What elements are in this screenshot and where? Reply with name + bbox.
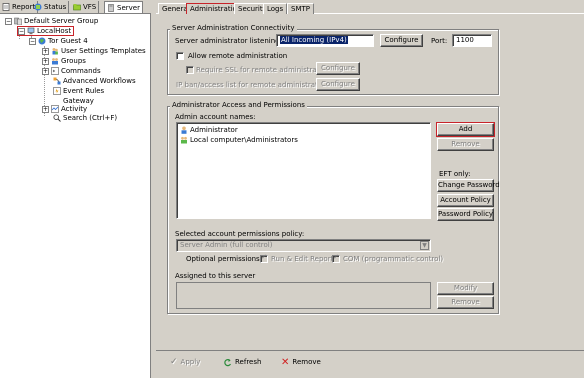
run-edit-reports-checkbox[interactable] [260, 253, 268, 263]
refresh-icon [224, 358, 232, 366]
access-title: Administrator Access and Permissions [170, 101, 307, 110]
expand-toggle-icon[interactable]: + [42, 67, 49, 75]
tree-label: LocalHost [37, 27, 72, 35]
tree-label: User Settings Templates [61, 47, 146, 55]
tree-label: Event Rules [63, 87, 105, 95]
eft-only-label: EFT only: [439, 170, 471, 178]
tree-label: Tor Guest 4 [48, 37, 88, 45]
tree-label: Groups [61, 57, 86, 65]
event-rules-icon [53, 87, 61, 95]
configure-listen-button[interactable]: Configure [380, 34, 423, 47]
groups-icon [52, 58, 58, 65]
account-name: Local computer\Administrators [190, 136, 298, 144]
tab-smtp[interactable]: SMTP [287, 3, 314, 14]
x-icon: ✕ [281, 356, 290, 368]
tab-logs[interactable]: Logs [263, 3, 288, 14]
users-icon [52, 48, 58, 55]
add-account-button[interactable]: Add [436, 122, 495, 137]
tree-item-event-rules[interactable]: Event Rules [53, 86, 104, 96]
report-icon [2, 3, 10, 11]
tab-server-label: Server [117, 3, 140, 12]
activity-icon [51, 105, 59, 113]
admin-accounts-label: Admin account names: [175, 113, 256, 121]
policy-select[interactable]: Server Admin (full control) ▼ [176, 239, 431, 252]
require-ssl-label: Require SSL for remote administration: [196, 66, 333, 74]
tree-item-groups[interactable]: + Groups [42, 56, 86, 66]
commands-icon [51, 67, 59, 75]
optional-permissions-label: Optional permissions: [186, 255, 263, 263]
dropdown-arrow-icon[interactable]: ▼ [420, 241, 429, 250]
collapse-toggle-icon[interactable]: − [18, 27, 25, 35]
remove-button[interactable]: ✕ Remove [281, 357, 321, 367]
refresh-label: Refresh [235, 358, 262, 366]
port-input[interactable]: 1100 [452, 34, 492, 47]
expand-toggle-icon[interactable]: + [42, 47, 49, 55]
account-name: Administrator [190, 126, 238, 134]
tree-item-advanced-workflows[interactable]: Advanced Workflows [53, 76, 136, 86]
search-icon [53, 114, 61, 122]
tree-item-site[interactable]: − Tor Guest 4 [29, 36, 88, 46]
remove-label: Remove [292, 358, 321, 366]
com-label: COM (programmatic control) [343, 255, 444, 263]
collapse-toggle-icon[interactable]: − [29, 37, 36, 45]
remove-assigned-button[interactable]: Remove [437, 296, 494, 309]
tree-item-user-settings-templates[interactable]: + User Settings Templates [42, 46, 146, 56]
expand-toggle-icon[interactable]: + [42, 57, 49, 65]
listen-ip-select[interactable]: All Incoming (IPv4) [276, 34, 374, 47]
require-ssl-checkbox[interactable] [186, 66, 194, 74]
status-icon [34, 3, 42, 11]
tab-vfs-label: VFS [83, 3, 97, 11]
server-icon [108, 3, 114, 12]
configure-ssl-button[interactable]: Configure [316, 62, 360, 75]
refresh-button[interactable]: Refresh [223, 357, 261, 367]
workflow-icon [53, 77, 61, 85]
port-label: Port: [431, 37, 448, 45]
tree-item-search[interactable]: Search (Ctrl+F) [53, 113, 117, 123]
apply-label: Apply [180, 358, 201, 366]
tab-status-label: Status [44, 3, 67, 11]
assigned-list[interactable] [176, 282, 431, 309]
computer-icon [27, 27, 35, 35]
connectivity-title: Server Administration Connectivity [170, 24, 297, 33]
server-group-icon [14, 17, 22, 25]
account-row-local-admins[interactable]: Local computer\Administrators [180, 135, 298, 145]
group-user-icon [181, 136, 187, 144]
modify-button[interactable]: Modify [437, 282, 494, 295]
tree-label: Commands [61, 67, 101, 75]
remove-account-button[interactable]: Remove [437, 138, 494, 151]
assigned-label: Assigned to this server [175, 272, 256, 280]
listen-ip-label: Server administrator listening IP: [175, 37, 291, 45]
com-checkbox[interactable] [332, 253, 340, 263]
listen-ip-value: All Incoming (IPv4) [280, 36, 348, 44]
tree-label: Advanced Workflows [63, 77, 136, 85]
policy-label: Selected account permissions policy: [175, 230, 305, 238]
apply-button[interactable]: ✓ Apply [170, 357, 200, 367]
checkmark-icon: ✓ [170, 357, 178, 367]
tab-server[interactable]: Server [104, 1, 143, 13]
user-icon [181, 126, 187, 134]
tree-item-commands[interactable]: + Commands [42, 66, 101, 76]
allow-remote-checkbox[interactable] [176, 52, 184, 60]
tree-item-server-group[interactable]: − Default Server Group [5, 16, 98, 26]
account-policy-button[interactable]: Account Policy [437, 194, 494, 207]
policy-value: Server Admin (full control) [180, 241, 273, 249]
run-edit-reports-label: Run & Edit Reports [271, 255, 337, 263]
folder-icon [73, 4, 81, 11]
configure-ip-ban-button[interactable]: Configure [316, 78, 360, 91]
tree-label: Default Server Group [24, 17, 99, 25]
allow-remote-label: Allow remote administration [188, 52, 288, 60]
tab-status[interactable]: Status [32, 1, 70, 13]
password-policy-button[interactable]: Password Policy [437, 208, 494, 221]
change-password-button[interactable]: Change Password [437, 179, 500, 192]
tree-item-localhost[interactable]: − LocalHost [17, 26, 75, 36]
expand-toggle-icon[interactable]: + [42, 105, 49, 113]
left-tab-bar: Report Status VFS Server [0, 0, 151, 14]
collapse-toggle-icon[interactable]: − [5, 17, 12, 25]
tab-vfs[interactable]: VFS [71, 1, 100, 13]
bottom-toolbar [156, 350, 584, 378]
tree-label: Search (Ctrl+F) [63, 114, 118, 122]
account-row-administrator[interactable]: Administrator [180, 125, 238, 135]
ip-ban-label: IP ban/access list for remote administra… [176, 81, 331, 89]
globe-icon [38, 37, 46, 45]
